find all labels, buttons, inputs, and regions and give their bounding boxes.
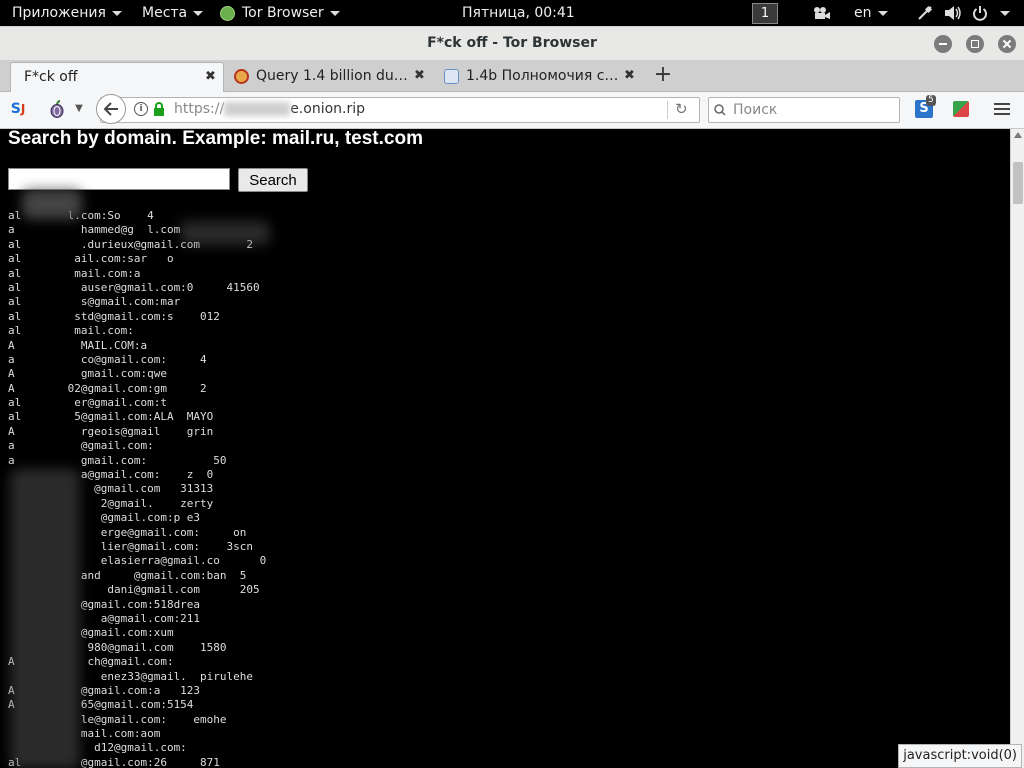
tor-menu-dropdown-icon[interactable]: ▼ [72, 98, 86, 120]
result-row: A gmail.com:qwe [8, 367, 167, 381]
result-row: a @gmail.com: [8, 439, 154, 453]
result-row: A 02@gmail.com:gm 2 [8, 381, 207, 395]
result-row: A rgeois@gmail grin [8, 424, 214, 438]
url-text: https:// e.onion.rip [174, 100, 365, 118]
hamburger-menu-icon [994, 103, 1010, 115]
result-row: al std@gmail.com:s 012 [8, 309, 220, 323]
duckduckgo-icon [234, 69, 249, 84]
search-icon [714, 104, 726, 116]
places-menu[interactable]: Места [142, 0, 204, 26]
video-camera-icon[interactable] [812, 0, 830, 26]
scrollbar-thumb[interactable] [1013, 162, 1023, 204]
close-tab-icon[interactable]: ✖ [205, 63, 216, 91]
tab-strip: F*ck off ✖ Query 1.4 billion du… ✖ 1.4b … [0, 60, 1024, 92]
translate-addon-icon[interactable] [950, 98, 972, 120]
clock[interactable]: Пятница, 00:41 [462, 0, 575, 26]
navigation-toolbar: SJ ▼ i https:// e.onion.rip ↻ S 5 [0, 92, 1024, 129]
reload-icon[interactable]: ↻ [675, 100, 688, 118]
network-icon[interactable] [917, 0, 933, 26]
search-bar[interactable] [708, 97, 900, 123]
workspace-number: 1 [752, 3, 778, 24]
window-title-bar: F*ck off - Tor Browser [0, 26, 1024, 61]
page-scrollbar[interactable] [1010, 129, 1024, 768]
chevron-down-icon [193, 10, 204, 16]
close-tab-icon[interactable]: ✖ [414, 62, 425, 90]
app-menu-label: Tor Browser [242, 5, 324, 21]
tab-query[interactable]: Query 1.4 billion du… ✖ [232, 62, 432, 91]
power-icon [973, 6, 987, 21]
chevron-down-icon [329, 10, 340, 16]
search-button[interactable]: Search [238, 168, 308, 192]
back-arrow-icon [103, 102, 118, 116]
tab-fck-off[interactable]: F*ck off ✖ [10, 62, 224, 92]
close-tab-icon[interactable]: ✖ [624, 62, 635, 90]
tor-globe-icon [220, 5, 235, 21]
tab-label: 1.4b Полномочия с… [466, 68, 619, 84]
s-addon-button[interactable]: S 5 [912, 95, 936, 120]
result-row: A MAIL.COM:a [8, 338, 148, 352]
tor-onion-icon[interactable] [46, 98, 68, 120]
result-row: al mail.com: [8, 324, 134, 338]
keyboard-layout-label: en [854, 5, 872, 21]
result-row: al mail.com:a [8, 266, 141, 280]
maximize-button[interactable] [966, 35, 984, 53]
chevron-down-icon [1000, 10, 1010, 16]
notification-badge: 5 [926, 95, 936, 106]
redacted-domain [224, 102, 291, 116]
domain-search-input[interactable] [8, 168, 230, 190]
scroll-up-arrow-icon[interactable] [1014, 132, 1022, 138]
url-bar[interactable]: i https:// e.onion.rip ↻ [100, 97, 700, 123]
chevron-down-icon [111, 10, 122, 16]
keyboard-layout-menu[interactable]: en [854, 0, 888, 26]
url-scheme: https:// [174, 101, 225, 117]
shield-icon [444, 69, 459, 84]
places-menu-label: Места [142, 5, 188, 21]
sj-addon-icon[interactable]: SJ [6, 98, 30, 120]
url-separator [667, 101, 668, 119]
window-title: F*ck off - Tor Browser [427, 35, 597, 51]
back-button[interactable] [96, 94, 126, 124]
page-heading: Search by domain. Example: mail.ru, test… [8, 129, 423, 149]
minimize-button[interactable] [934, 35, 952, 53]
tab-credentials[interactable]: 1.4b Полномочия с… ✖ [442, 62, 642, 91]
result-row: a gmail.com: 50 [8, 453, 227, 467]
tab-label: F*ck off [24, 69, 78, 85]
result-row: al ail.com:sar o [8, 252, 174, 266]
identity-info-icon[interactable]: i [134, 102, 148, 116]
result-row: al 5@gmail.com:ALA MAYO [8, 410, 214, 424]
applications-menu-label: Приложения [12, 5, 106, 21]
power-menu[interactable] [972, 0, 1010, 26]
url-domain-tail: e.onion.rip [290, 101, 365, 117]
lock-icon [154, 102, 164, 116]
search-field[interactable] [731, 99, 895, 121]
chevron-down-icon [877, 10, 888, 16]
system-top-bar: Приложения Места Tor Browser Пятница, 00… [0, 0, 1024, 26]
page-content: Search by domain. Example: mail.ru, test… [0, 129, 1010, 768]
result-row: al auser@gmail.com:0 41560 [8, 280, 260, 294]
hamburger-menu-button[interactable] [990, 98, 1014, 120]
new-tab-button[interactable]: + [650, 62, 676, 90]
result-row: al er@gmail.com:t [8, 396, 167, 410]
volume-icon[interactable] [944, 0, 962, 26]
tab-label: Query 1.4 billion du… [256, 68, 408, 84]
app-menu[interactable]: Tor Browser [220, 0, 340, 26]
result-row: al s@gmail.com:mar [8, 295, 181, 309]
close-window-button[interactable] [998, 35, 1016, 53]
result-row: a co@gmail.com: 4 [8, 352, 207, 366]
status-link-preview: javascript:void(0) [898, 744, 1022, 768]
workspace-indicator[interactable]: 1 [752, 0, 778, 26]
applications-menu[interactable]: Приложения [12, 0, 122, 26]
